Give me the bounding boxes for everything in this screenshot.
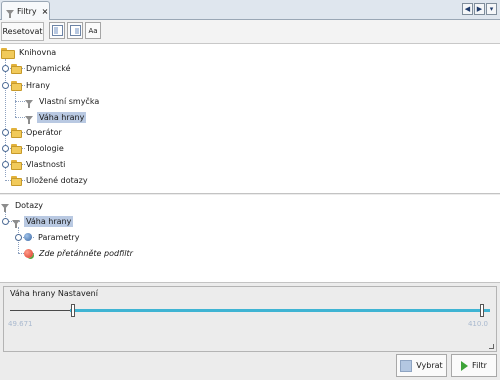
range-min-value: 49.671	[8, 320, 33, 328]
tree-node-dotazy[interactable]: Dotazy	[1, 198, 45, 212]
tree-label: Operátor	[26, 127, 62, 137]
tree-guide	[15, 89, 16, 117]
parameters-icon	[24, 233, 32, 241]
scroll-left-button[interactable]: ◀	[462, 3, 473, 15]
select-icon	[400, 359, 413, 372]
export-icon	[51, 25, 63, 36]
folder-icon	[11, 64, 22, 74]
tree-node-ulozene-dotazy[interactable]: Uložené dotazy	[11, 173, 90, 187]
tree-node-vlastnosti[interactable]: Vlastnosti	[11, 157, 67, 171]
expand-toggle[interactable]	[2, 218, 9, 225]
folder-icon	[11, 81, 22, 91]
range-slider-max-handle[interactable]	[480, 304, 485, 317]
tree-label: Hrany	[26, 80, 51, 90]
tree-label: Zde přetáhněte podfiltr	[39, 248, 133, 258]
bottom-bar: Vybrat Filtr	[0, 352, 500, 380]
tree-guide	[15, 101, 25, 102]
tree-node-parametry[interactable]: Parametry	[24, 230, 81, 244]
folder-icon	[11, 176, 22, 186]
tab-strip: Filtry × ◀ ▶ ▾	[0, 0, 500, 20]
tree-guide	[15, 117, 25, 118]
slider-track-outside	[10, 310, 70, 311]
filter-icon	[1, 203, 9, 212]
tree-node-knihovna[interactable]: Knihovna	[1, 45, 58, 59]
filter-icon	[6, 9, 14, 18]
settings-panel: Váha hrany Nastavení 49.671 410.0	[3, 286, 497, 352]
import-button[interactable]	[67, 22, 83, 39]
folder-icon	[11, 144, 22, 154]
select-button[interactable]: Vybrat	[396, 354, 447, 377]
tab-label: Filtry	[17, 6, 37, 16]
play-icon	[461, 360, 469, 371]
settings-title: Váha hrany Nastavení	[8, 289, 100, 298]
tree-node-operator[interactable]: Operátor	[11, 125, 64, 139]
tree-label: Parametry	[38, 232, 80, 242]
tree-node-topologie[interactable]: Topologie	[11, 141, 66, 155]
tree-node-vaha-hrany[interactable]: Váha hrany	[25, 110, 87, 124]
tree-label: Topologie	[26, 143, 64, 153]
tree-node-query-vaha-hrany[interactable]: Váha hrany	[12, 214, 74, 228]
range-max-value: 410.0	[467, 320, 488, 328]
tree-label: Váha hrany	[24, 215, 74, 227]
folder-icon	[11, 128, 22, 138]
tree-node-hrany[interactable]: Hrany	[11, 78, 52, 92]
tab-navigation: ◀ ▶ ▾	[462, 3, 497, 15]
reset-button[interactable]: Resetovat	[1, 22, 44, 41]
expand-toggle[interactable]	[2, 161, 9, 168]
expand-toggle[interactable]	[2, 82, 9, 89]
expand-toggle[interactable]	[15, 234, 22, 241]
queries-panel: Dotazy Váha hrany Parametry Zde přetáhně…	[0, 195, 500, 283]
expand-toggle[interactable]	[2, 129, 9, 136]
folder-icon	[11, 160, 22, 170]
filter-icon	[25, 99, 33, 108]
range-slider-min-handle[interactable]	[70, 304, 75, 317]
tree-label: Dynamické	[26, 63, 71, 73]
library-panel: Knihovna Dynamické Hrany Vlastní smyčka …	[0, 44, 500, 194]
tree-label: Vlastnosti	[26, 159, 66, 169]
select-label: Vybrat	[416, 361, 443, 370]
filter-button[interactable]: Filtr	[451, 354, 497, 377]
folder-icon	[1, 47, 15, 59]
filter-icon	[25, 115, 33, 124]
import-icon	[69, 25, 81, 36]
export-button[interactable]	[49, 22, 65, 39]
scroll-right-button[interactable]: ▶	[474, 3, 485, 15]
tree-node-dynamicke[interactable]: Dynamické	[11, 61, 73, 75]
resize-grip[interactable]	[489, 344, 494, 349]
range-slider-track[interactable]	[70, 309, 490, 312]
tree-label: Vlastní smyčka	[39, 96, 100, 106]
tab-menu-button[interactable]: ▾	[486, 3, 497, 15]
tree-label: Knihovna	[19, 47, 57, 57]
close-icon[interactable]: ×	[42, 7, 49, 16]
drop-target-icon	[24, 248, 33, 258]
tree-label: Uložené dotazy	[26, 175, 88, 185]
expand-toggle[interactable]	[2, 145, 9, 152]
tab-filtry[interactable]: Filtry ×	[1, 1, 50, 20]
tree-label: Váha hrany	[37, 111, 87, 123]
filter-icon	[12, 219, 20, 228]
expand-toggle[interactable]	[2, 65, 9, 72]
tree-label: Dotazy	[15, 200, 44, 210]
filter-label: Filtr	[472, 361, 487, 370]
subfilter-drop-target[interactable]: Zde přetáhněte podfiltr	[24, 246, 135, 260]
tree-guide	[5, 59, 6, 177]
font-button[interactable]: Aa	[85, 22, 101, 39]
tree-node-vlastni-smycka[interactable]: Vlastní smyčka	[25, 94, 101, 108]
toolbar: Resetovat Aa	[0, 20, 500, 44]
